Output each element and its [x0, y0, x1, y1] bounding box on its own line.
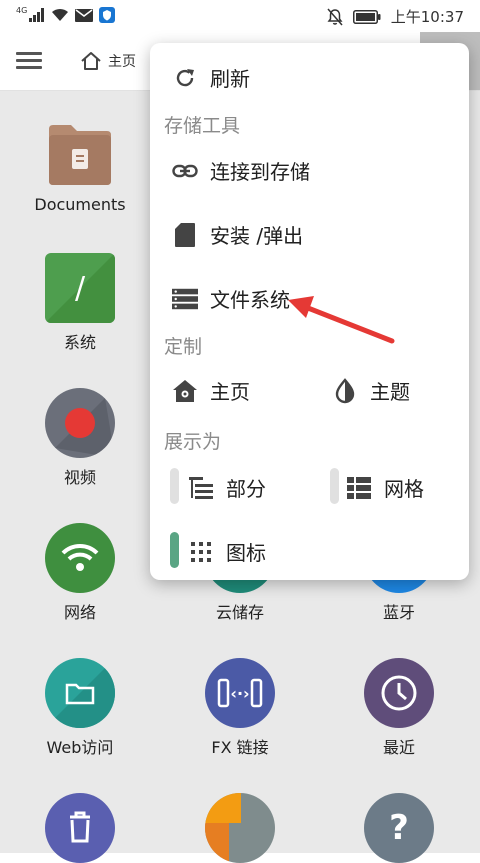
theme-drop-icon	[332, 377, 358, 404]
indent-list-icon	[188, 475, 214, 501]
menu-item-connect-storage-label: 连接到存储	[210, 160, 310, 184]
section-display-as: 展示为	[164, 431, 222, 453]
grid-view-indicator	[330, 468, 339, 504]
clock-icon	[364, 658, 434, 728]
menu-item-theme-label: 主题	[370, 380, 410, 404]
section-storage-tools: 存储工具	[164, 115, 241, 137]
tile-fx-link-label: FX 链接	[211, 738, 269, 757]
menu-item-connect-storage[interactable]: 连接到存储	[172, 156, 310, 185]
fx-link-glyph: ‹·›	[230, 683, 250, 703]
tile-bluetooth-label: 蓝牙	[382, 603, 415, 622]
menu-item-view-icons[interactable]: 图标	[188, 537, 266, 566]
tile-web[interactable]: Web访问	[10, 658, 150, 758]
wifi-icon	[45, 523, 115, 593]
menu-item-home[interactable]: 主页	[172, 376, 250, 405]
dots-grid-icon	[188, 539, 214, 565]
tile-network[interactable]: 网络	[10, 523, 150, 623]
clock: 上午10:37	[390, 8, 464, 26]
mail-icon	[75, 8, 94, 22]
signal-icon	[29, 8, 45, 22]
tile-recent-label: 最近	[382, 738, 415, 757]
tile-web-label: Web访问	[46, 738, 114, 757]
menu-item-view-partial-label: 部分	[226, 477, 266, 501]
web-folder-icon	[45, 658, 115, 728]
network-type-label: 4G	[16, 5, 28, 15]
shield-app-icon	[99, 7, 116, 23]
battery-icon	[352, 9, 381, 24]
hamburger-line	[16, 66, 42, 69]
system-glyph: /	[74, 270, 86, 306]
menu-item-filesystem[interactable]: 文件系统	[172, 284, 290, 313]
tile-network-label: 网络	[63, 603, 96, 622]
menu-item-refresh[interactable]: 刷新	[172, 63, 250, 92]
breadcrumb-home[interactable]: 主页	[80, 51, 136, 71]
menu-item-theme[interactable]: 主题	[332, 376, 410, 405]
mute-bell-icon	[327, 8, 343, 25]
menu-item-refresh-label: 刷新	[210, 67, 250, 91]
storage-list-icon	[172, 286, 198, 312]
menu-item-filesystem-label: 文件系统	[210, 288, 290, 312]
tile-fx-link[interactable]: ‹·› FX 链接	[170, 658, 310, 758]
folder-icon	[45, 119, 115, 189]
tile-video[interactable]: 视频	[10, 388, 150, 488]
help-glyph: ?	[389, 808, 409, 848]
link-icon	[172, 158, 198, 184]
tile-documents-label: Documents	[34, 195, 126, 214]
tile-cloud-label: 云储存	[215, 603, 264, 622]
system-icon: /	[45, 253, 115, 323]
menu-item-mount-eject[interactable]: 安装 /弹出	[172, 220, 303, 249]
fx-link-icon: ‹·›	[205, 658, 275, 728]
hamburger-line	[16, 52, 42, 55]
menu-item-mount-eject-label: 安装 /弹出	[210, 224, 304, 248]
tile-recent[interactable]: 最近	[329, 658, 469, 758]
menu-item-view-grid[interactable]: 网格	[346, 473, 424, 502]
tile-documents[interactable]: Documents	[10, 119, 150, 214]
sd-card-icon	[172, 222, 198, 248]
refresh-icon	[172, 65, 198, 91]
grid-list-icon	[346, 475, 372, 501]
icons-view-indicator	[170, 532, 179, 568]
video-icon	[45, 388, 115, 458]
tile-video-label: 视频	[63, 468, 96, 487]
tile-system[interactable]: / 系统	[10, 253, 150, 353]
menu-drawer-button[interactable]	[16, 52, 42, 70]
home-settings-icon	[172, 378, 198, 404]
section-customize: 定制	[164, 336, 203, 358]
status-bar: 4G 上午10:37	[0, 0, 480, 32]
tile-system-label: 系统	[63, 333, 96, 352]
overflow-menu: 刷新 存储工具 连接到存储 安装 /弹出 文件系统 定制 主页 主题 展示为 部…	[150, 43, 469, 580]
wifi-icon	[52, 8, 69, 21]
partial-view-indicator	[170, 468, 179, 504]
home-icon	[81, 52, 101, 70]
breadcrumb-home-label: 主页	[108, 54, 136, 70]
menu-item-home-label: 主页	[210, 380, 250, 404]
menu-item-view-icons-label: 图标	[226, 541, 266, 565]
menu-item-view-partial[interactable]: 部分	[188, 473, 266, 502]
hamburger-line	[16, 59, 42, 62]
menu-item-view-grid-label: 网格	[384, 477, 424, 501]
